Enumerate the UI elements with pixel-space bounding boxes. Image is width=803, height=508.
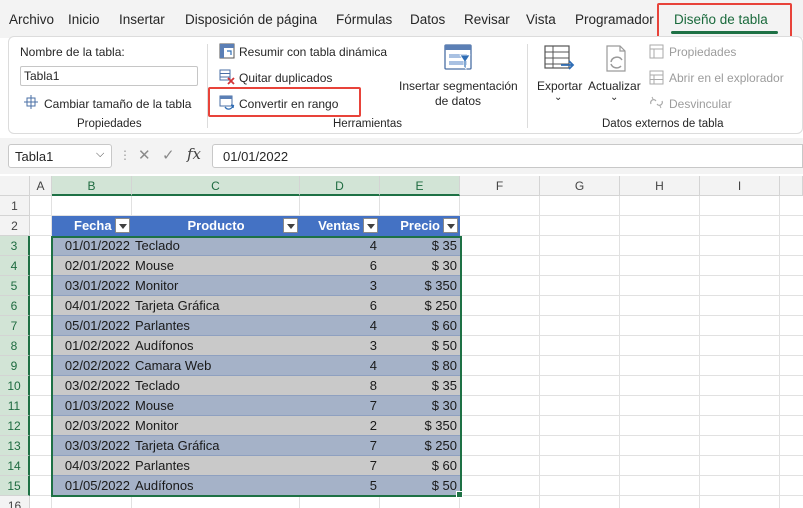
- column-header-f[interactable]: F: [460, 176, 540, 196]
- filter-dropdown-icon[interactable]: [443, 218, 458, 233]
- properties-button[interactable]: Propiedades: [669, 45, 736, 59]
- slicer-icon: [444, 44, 472, 70]
- group-label-propiedades: Propiedades: [77, 118, 142, 130]
- highlight-box-tab: [657, 3, 792, 40]
- name-box-chevron-down-icon[interactable]: ⌵: [96, 148, 104, 161]
- open-browser-icon: [649, 70, 664, 85]
- table-header-label: Fecha: [74, 218, 112, 233]
- refresh-icon: [606, 45, 626, 72]
- tab-revisar[interactable]: Revisar: [464, 12, 510, 27]
- table-header-precio[interactable]: Precio: [380, 216, 460, 236]
- unlink-button[interactable]: Desvincular: [669, 97, 732, 111]
- tab-vista[interactable]: Vista: [526, 12, 556, 27]
- row-header-2[interactable]: 2: [0, 216, 30, 236]
- row-header-3[interactable]: 3: [0, 236, 30, 256]
- gridline-vertical: [699, 196, 700, 508]
- tab-disposicion-pagina[interactable]: Disposición de página: [185, 12, 317, 27]
- row-header-6[interactable]: 6: [0, 296, 30, 316]
- tab-archivo[interactable]: Archivo: [9, 12, 54, 27]
- column-header-i[interactable]: I: [700, 176, 780, 196]
- enter-check-icon[interactable]: ✓: [162, 146, 175, 164]
- column-header-c[interactable]: C: [132, 176, 300, 196]
- remove-duplicates-button[interactable]: Quitar duplicados: [239, 71, 332, 85]
- open-browser-button[interactable]: Abrir en el explorador: [669, 71, 784, 85]
- more-options-icon[interactable]: ⋮: [119, 148, 131, 162]
- group-label-herramientas: Herramientas: [333, 118, 403, 130]
- column-header-e[interactable]: E: [380, 176, 460, 196]
- tab-formulas[interactable]: Fórmulas: [336, 12, 392, 27]
- pivot-summary-button[interactable]: Resumir con tabla dinámica: [239, 45, 387, 59]
- formula-input[interactable]: 01/01/2022: [212, 144, 803, 168]
- export-chevron-down-icon[interactable]: ⌄: [554, 92, 562, 103]
- row-header-14[interactable]: 14: [0, 456, 30, 476]
- cancel-icon[interactable]: ✕: [138, 146, 151, 164]
- highlight-box-convert: [208, 87, 361, 117]
- tab-datos[interactable]: Datos: [410, 12, 445, 27]
- row-header-1[interactable]: 1: [0, 196, 30, 216]
- row-header-9[interactable]: 9: [0, 356, 30, 376]
- row-header-15[interactable]: 15: [0, 476, 30, 496]
- filter-dropdown-icon[interactable]: [363, 218, 378, 233]
- row-header-4[interactable]: 4: [0, 256, 30, 276]
- table-header-label: Producto: [187, 218, 245, 233]
- table-header-label: Precio: [400, 218, 440, 233]
- worksheet-grid[interactable]: A B C D E F G H I 1 2 3 4 5 6 7 8 9 10 11 12 13 14 15 16 Fecha Pro…: [0, 176, 803, 508]
- column-header-b[interactable]: B: [52, 176, 132, 196]
- table-name-label: Nombre de la tabla:: [20, 45, 125, 59]
- insert-slicer-button-line2[interactable]: de datos: [435, 94, 481, 108]
- tab-insertar[interactable]: Insertar: [119, 12, 165, 27]
- selection-border: [51, 236, 462, 497]
- row-header-11[interactable]: 11: [0, 396, 30, 416]
- column-header-d[interactable]: D: [300, 176, 380, 196]
- row-header-10[interactable]: 10: [0, 376, 30, 396]
- gridline-vertical: [779, 196, 780, 508]
- export-button[interactable]: Exportar: [537, 79, 582, 93]
- row-header-7[interactable]: 7: [0, 316, 30, 336]
- table-header-ventas[interactable]: Ventas: [300, 216, 380, 236]
- resize-table-icon: [24, 95, 38, 109]
- gridline-vertical: [539, 196, 540, 508]
- row-header-16[interactable]: 16: [0, 496, 30, 508]
- properties-icon: [649, 44, 664, 59]
- group-label-datos-externos: Datos externos de tabla: [602, 118, 724, 130]
- column-header-h[interactable]: H: [620, 176, 700, 196]
- row-header-8[interactable]: 8: [0, 336, 30, 356]
- row-header-12[interactable]: 12: [0, 416, 30, 436]
- export-icon: [544, 45, 575, 70]
- refresh-chevron-down-icon[interactable]: ⌄: [610, 92, 618, 103]
- row-header-13[interactable]: 13: [0, 436, 30, 456]
- column-header-a[interactable]: A: [30, 176, 52, 196]
- table-name-input[interactable]: [20, 66, 198, 86]
- select-all-corner[interactable]: [0, 176, 30, 196]
- table-header-label: Ventas: [318, 218, 360, 233]
- filter-dropdown-icon[interactable]: [115, 218, 130, 233]
- remove-duplicates-icon: [219, 69, 235, 85]
- refresh-button[interactable]: Actualizar: [588, 79, 641, 93]
- group-separator: [527, 44, 528, 128]
- resize-table-button[interactable]: Cambiar tamaño de la tabla: [44, 97, 191, 111]
- column-header-g[interactable]: G: [540, 176, 620, 196]
- tab-inicio[interactable]: Inicio: [68, 12, 100, 27]
- fill-handle[interactable]: [456, 491, 463, 498]
- table-header-fecha[interactable]: Fecha: [52, 216, 132, 236]
- tab-programador[interactable]: Programador: [575, 12, 654, 27]
- row-header-5[interactable]: 5: [0, 276, 30, 296]
- insert-function-icon[interactable]: fx: [187, 145, 201, 163]
- table-header-producto[interactable]: Producto: [132, 216, 300, 236]
- pivot-table-icon: [219, 43, 235, 59]
- filter-dropdown-icon[interactable]: [283, 218, 298, 233]
- gridline-vertical: [619, 196, 620, 508]
- unlink-icon: [650, 96, 663, 109]
- insert-slicer-button[interactable]: Insertar segmentación: [399, 79, 518, 93]
- column-header-partial[interactable]: [780, 176, 803, 196]
